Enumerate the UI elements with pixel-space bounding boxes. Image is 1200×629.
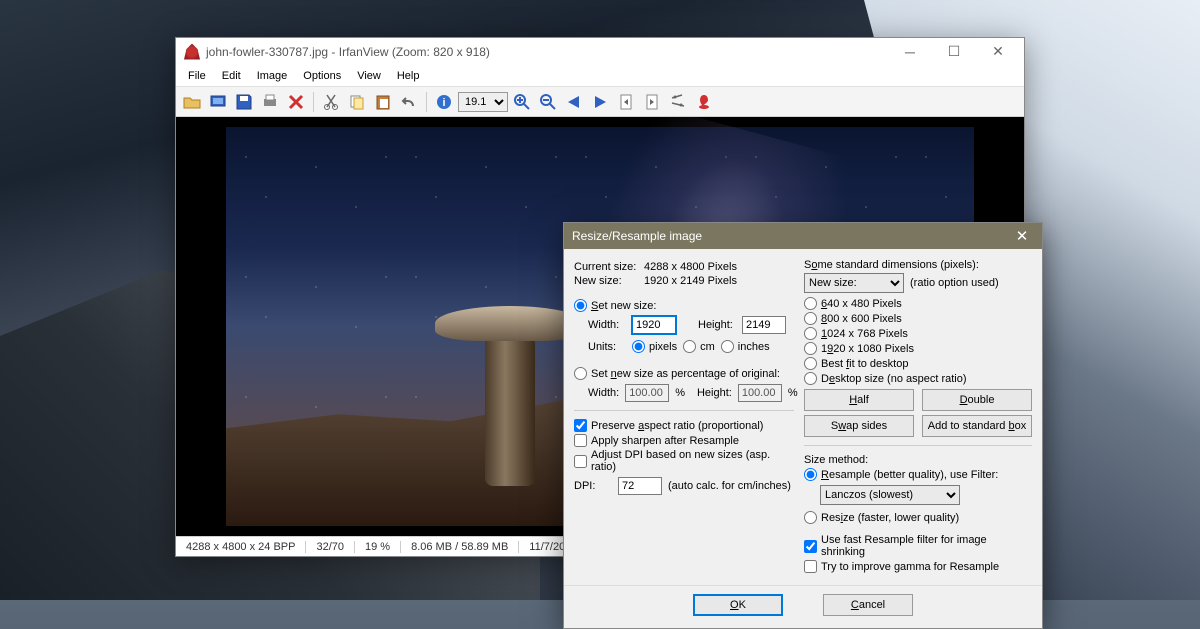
new-size-label: New size:	[574, 275, 644, 287]
dpi-label: DPI:	[574, 480, 612, 492]
slideshow-button[interactable]	[206, 90, 230, 114]
unit-inches-radio[interactable]: inches	[721, 340, 770, 353]
cancel-button[interactable]: Cancel	[823, 594, 913, 616]
save-button[interactable]	[232, 90, 256, 114]
menu-edit[interactable]: Edit	[214, 68, 249, 84]
settings-button[interactable]	[666, 90, 690, 114]
std-size-select[interactable]: New size:	[804, 273, 904, 293]
adjust-dpi-checkbox[interactable]: Adjust DPI based on new sizes (asp. rati…	[574, 449, 794, 473]
resize-radio[interactable]: Resize (faster, lower quality)	[804, 511, 1032, 524]
new-size-value: 1920 x 2149 Pixels	[644, 275, 737, 287]
status-index: 32/70	[306, 541, 355, 553]
cut-button[interactable]	[319, 90, 343, 114]
svg-text:i: i	[442, 97, 445, 109]
app-icon	[184, 44, 200, 60]
menu-image[interactable]: Image	[249, 68, 296, 84]
unit-cm-radio[interactable]: cm	[683, 340, 715, 353]
prev-page-button[interactable]	[614, 90, 638, 114]
menubar: File Edit Image Options View Help	[176, 65, 1024, 87]
titlebar[interactable]: john-fowler-330787.jpg - IrfanView (Zoom…	[176, 38, 1024, 65]
delete-button[interactable]	[284, 90, 308, 114]
pct-width-label: Width:	[588, 387, 619, 399]
std-640-radio[interactable]: 640 x 480 Pixels	[804, 297, 1032, 310]
preserve-aspect-checkbox[interactable]: Preserve aspect ratio (proportional)	[574, 419, 794, 432]
set-new-size-radio[interactable]: Set new size:	[574, 299, 794, 312]
std-800-radio[interactable]: 800 x 600 Pixels	[804, 312, 1032, 325]
add-std-button[interactable]: Add to standard box	[922, 415, 1032, 437]
dialog-title: Resize/Resample image	[572, 229, 1010, 243]
menu-help[interactable]: Help	[389, 68, 428, 84]
toolbar-separator	[313, 92, 314, 112]
unit-pixels-radio[interactable]: pixels	[632, 340, 677, 353]
filter-select[interactable]: Lanczos (slowest)	[820, 485, 960, 505]
info-button[interactable]: i	[432, 90, 456, 114]
dialog-close-button[interactable]: ✕	[1010, 225, 1034, 247]
std-bestfit-radio[interactable]: Best fit to desktop	[804, 357, 1032, 370]
next-button[interactable]	[588, 90, 612, 114]
dpi-input[interactable]	[618, 477, 662, 495]
std-hint: (ratio option used)	[910, 277, 999, 289]
std-desktop-radio[interactable]: Desktop size (no aspect ratio)	[804, 372, 1032, 385]
menu-options[interactable]: Options	[295, 68, 349, 84]
close-button[interactable]: ✕	[976, 38, 1020, 65]
swap-sides-button[interactable]: Swap sides	[804, 415, 914, 437]
window-title: john-fowler-330787.jpg - IrfanView (Zoom…	[206, 45, 888, 59]
maximize-button[interactable]: ☐	[932, 38, 976, 65]
pct-height-label: Height:	[697, 387, 732, 399]
next-page-button[interactable]	[640, 90, 664, 114]
width-input[interactable]	[632, 316, 676, 334]
pct-height-input[interactable]	[738, 384, 782, 402]
fast-filter-checkbox[interactable]: Use fast Resample filter for image shrin…	[804, 534, 1032, 558]
ok-button[interactable]: OK	[693, 594, 783, 616]
percent-mode-radio[interactable]: Set new size as percentage of original:	[574, 367, 794, 380]
gamma-checkbox[interactable]: Try to improve gamma for Resample	[804, 560, 1032, 573]
status-zoom: 19 %	[355, 541, 401, 553]
half-button[interactable]: Half	[804, 389, 914, 411]
resample-radio[interactable]: Resample (better quality), use Filter:	[804, 468, 1032, 481]
std-1024-radio[interactable]: 1024 x 768 Pixels	[804, 327, 1032, 340]
current-size-label: Current size:	[574, 261, 644, 273]
zoom-out-button[interactable]	[536, 90, 560, 114]
std-dims-label: Some standard dimensions (pixels):	[804, 259, 1032, 271]
units-label: Units:	[588, 341, 626, 353]
pct-width-input[interactable]	[625, 384, 669, 402]
toolbar-separator	[426, 92, 427, 112]
height-label: Height:	[698, 319, 736, 331]
status-memory: 8.06 MB / 58.89 MB	[401, 541, 519, 553]
dialog-titlebar[interactable]: Resize/Resample image ✕	[564, 223, 1042, 249]
prev-button[interactable]	[562, 90, 586, 114]
menu-view[interactable]: View	[349, 68, 389, 84]
open-button[interactable]	[180, 90, 204, 114]
print-button[interactable]	[258, 90, 282, 114]
zoom-select[interactable]: 19.1	[458, 92, 508, 112]
dpi-hint: (auto calc. for cm/inches)	[668, 480, 791, 492]
toolbar: i 19.1	[176, 87, 1024, 117]
std-1920-radio[interactable]: 1920 x 1080 Pixels	[804, 342, 1032, 355]
current-size-value: 4288 x 4800 Pixels	[644, 261, 737, 273]
resize-dialog: Resize/Resample image ✕ Current size:428…	[563, 222, 1043, 629]
menu-file[interactable]: File	[180, 68, 214, 84]
minimize-button[interactable]: ─	[888, 38, 932, 65]
size-method-label: Size method:	[804, 454, 1032, 466]
copy-button[interactable]	[345, 90, 369, 114]
width-label: Width:	[588, 319, 626, 331]
sharpen-checkbox[interactable]: Apply sharpen after Resample	[574, 434, 794, 447]
zoom-in-button[interactable]	[510, 90, 534, 114]
paste-button[interactable]	[371, 90, 395, 114]
about-button[interactable]	[692, 90, 716, 114]
status-dimensions: 4288 x 4800 x 24 BPP	[176, 541, 306, 553]
undo-button[interactable]	[397, 90, 421, 114]
double-button[interactable]: Double	[922, 389, 1032, 411]
height-input[interactable]	[742, 316, 786, 334]
